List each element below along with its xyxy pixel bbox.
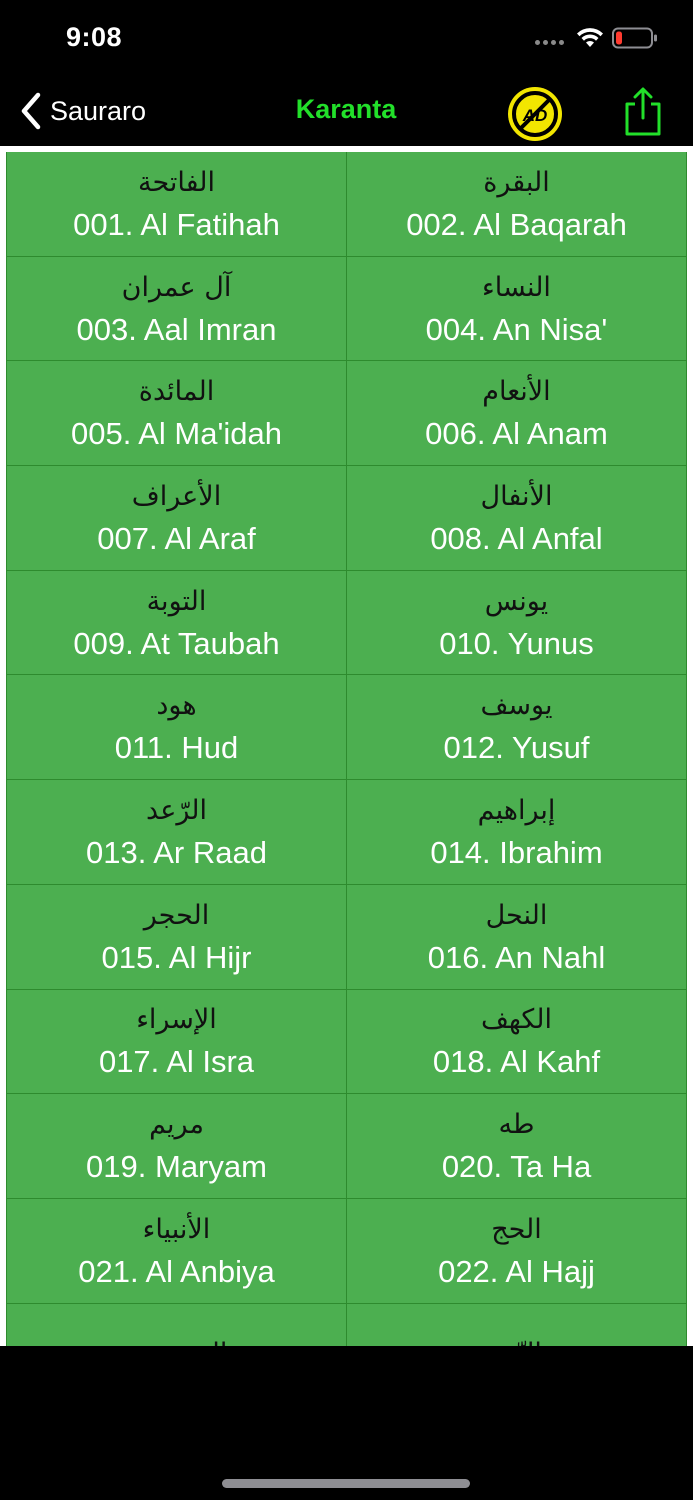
surah-arabic-name: الكهف bbox=[480, 1004, 553, 1036]
home-indicator[interactable] bbox=[222, 1479, 470, 1488]
surah-row: الرّعد 013. Ar Raad إبراهيم 014. Ibrahim bbox=[7, 780, 687, 885]
status-time: 9:08 bbox=[66, 22, 123, 52]
surah-row: المائدة 005. Al Ma'idah الأنعام 006. Al Ana… bbox=[7, 361, 687, 467]
surah-row: الإسراء 017. Al Isra الكهف 018. Al Kahf bbox=[7, 989, 687, 1095]
surah-latin-name: 008. Al Anfal bbox=[430, 520, 603, 556]
surah-arabic-name: المؤمنون bbox=[126, 1334, 228, 1346]
surah-cell[interactable]: المائدة 005. Al Ma'idah bbox=[7, 361, 347, 466]
surah-arabic-name: طه bbox=[498, 1109, 535, 1141]
surah-arabic-name: آل عمران bbox=[121, 271, 232, 303]
surah-latin-name: 003. Aal Imran bbox=[76, 311, 277, 347]
surah-row: المؤمنون النّور bbox=[7, 1303, 687, 1346]
surah-cell[interactable]: طه 020. Ta Ha bbox=[347, 1094, 687, 1198]
chevron-left-icon bbox=[21, 92, 41, 130]
surah-latin-name: 019. Maryam bbox=[86, 1149, 267, 1185]
surah-arabic-name: يونس bbox=[484, 585, 549, 617]
surah-row: التوبة 009. At Taubah يونس 010. Yunus bbox=[7, 570, 687, 676]
surah-latin-name: 021. Al Anbiya bbox=[78, 1253, 275, 1289]
surah-latin-name: 016. An Nahl bbox=[427, 939, 606, 975]
surah-latin-name: 005. Al Ma'idah bbox=[70, 416, 282, 452]
bottom-area bbox=[0, 1346, 693, 1500]
surah-latin-name: 022. Al Hajj bbox=[438, 1253, 595, 1289]
surah-arabic-name: الأنبياء bbox=[142, 1213, 211, 1245]
surah-arabic-name: الحجر bbox=[143, 899, 210, 931]
surah-arabic-name: الأنفال bbox=[480, 480, 553, 512]
surah-latin-name: 004. An Nisa' bbox=[425, 311, 608, 347]
surah-cell[interactable]: آل عمران 003. Aal Imran bbox=[7, 256, 347, 361]
surah-row: الفاتحة 001. Al Fatihah البقرة 002. Al Baqa… bbox=[7, 152, 687, 257]
surah-arabic-name: الإسراء bbox=[136, 1004, 217, 1036]
surah-cell[interactable]: الرّعد 013. Ar Raad bbox=[7, 780, 347, 884]
surah-cell[interactable]: التوبة 009. At Taubah bbox=[7, 570, 347, 675]
surah-cell[interactable]: هود 011. Hud bbox=[7, 675, 347, 780]
surah-arabic-name: الأعراف bbox=[131, 480, 222, 512]
surah-arabic-name: الفاتحة bbox=[137, 166, 216, 198]
surah-cell[interactable]: الإسراء 017. Al Isra bbox=[7, 989, 347, 1094]
surah-cell[interactable]: يونس 010. Yunus bbox=[347, 570, 687, 675]
surah-latin-name: 010. Yunus bbox=[439, 625, 594, 661]
surah-cell[interactable]: الأنعام 006. Al Anam bbox=[347, 361, 687, 466]
remove-ads-label: AD bbox=[522, 106, 548, 125]
back-button[interactable]: Sauraro bbox=[18, 90, 146, 132]
surah-grid-inner: الفاتحة 001. Al Fatihah البقرة 002. Al Baqa… bbox=[6, 152, 687, 1346]
surah-arabic-name: التوبة bbox=[146, 585, 207, 617]
status-bar: 9:08 bbox=[0, 0, 693, 80]
surah-row: الأعراف 007. Al Araf الأنفال 008. Al Anfal bbox=[7, 466, 687, 571]
surah-row: مريم 019. Maryam طه 020. Ta Ha bbox=[7, 1094, 687, 1199]
surah-cell[interactable]: إبراهيم 014. Ibrahim bbox=[347, 780, 687, 884]
surah-arabic-name: النّور bbox=[491, 1334, 542, 1346]
surah-arabic-name: يوسف bbox=[480, 690, 553, 722]
surah-latin-name: 017. Al Isra bbox=[98, 1044, 255, 1080]
surah-latin-name: 013. Ar Raad bbox=[86, 834, 267, 870]
surah-latin-name: 001. Al Fatihah bbox=[73, 206, 280, 242]
surah-cell[interactable]: الكهف 018. Al Kahf bbox=[347, 989, 687, 1094]
surah-latin-name: 015. Al Hijr bbox=[101, 939, 252, 975]
surah-arabic-name: مريم bbox=[149, 1109, 204, 1141]
surah-latin-name: 014. Ibrahim bbox=[430, 834, 603, 870]
cellular-signal-icon bbox=[535, 40, 564, 45]
surah-arabic-name: إبراهيم bbox=[477, 794, 556, 826]
surah-cell[interactable]: النساء 004. An Nisa' bbox=[347, 256, 687, 361]
surah-arabic-name: النحل bbox=[485, 899, 548, 931]
surah-cell[interactable]: الحج 022. Al Hajj bbox=[347, 1198, 687, 1303]
surah-cell[interactable]: مريم 019. Maryam bbox=[7, 1094, 347, 1198]
surah-arabic-name: الرّعد bbox=[146, 794, 207, 826]
surah-arabic-name: المائدة bbox=[138, 376, 215, 408]
surah-latin-name: 002. Al Baqarah bbox=[406, 206, 627, 242]
share-icon[interactable] bbox=[622, 86, 664, 138]
remove-ads-button[interactable]: AD bbox=[502, 84, 568, 144]
surah-latin-name: 012. Yusuf bbox=[443, 730, 590, 766]
navigation-bar: Sauraro Karanta AD bbox=[0, 80, 693, 146]
surah-row: هود 011. Hud يوسف 012. Yusuf bbox=[7, 675, 687, 781]
surah-cell[interactable]: الحجر 015. Al Hijr bbox=[7, 884, 347, 989]
surah-cell[interactable]: البقرة 002. Al Baqarah bbox=[347, 152, 687, 256]
surah-row: الحجر 015. Al Hijr النحل 016. An Nahl bbox=[7, 884, 687, 990]
surah-cell[interactable]: الفاتحة 001. Al Fatihah bbox=[7, 152, 347, 256]
surah-cell[interactable]: النّور bbox=[347, 1303, 687, 1346]
wifi-icon bbox=[577, 28, 603, 47]
page-title: Karanta bbox=[295, 94, 397, 124]
battery-icon bbox=[612, 27, 657, 49]
surah-arabic-name: هود bbox=[156, 690, 197, 722]
surah-arabic-name: الأنعام bbox=[482, 376, 551, 408]
surah-latin-name: 018. Al Kahf bbox=[432, 1044, 601, 1080]
surah-arabic-name: البقرة bbox=[483, 166, 550, 198]
surah-cell[interactable]: الأنبياء 021. Al Anbiya bbox=[7, 1198, 347, 1303]
surah-cell[interactable]: الأنفال 008. Al Anfal bbox=[347, 466, 687, 570]
surah-cell[interactable]: يوسف 012. Yusuf bbox=[347, 675, 687, 780]
surah-cell[interactable]: المؤمنون bbox=[7, 1303, 347, 1346]
surah-latin-name: 009. At Taubah bbox=[73, 625, 280, 661]
surah-row: الأنبياء 021. Al Anbiya الحج 022. Al Hajj bbox=[7, 1198, 687, 1304]
surah-cell[interactable]: الأعراف 007. Al Araf bbox=[7, 466, 347, 570]
surah-latin-name: 006. Al Anam bbox=[425, 416, 608, 452]
surah-latin-name: 020. Ta Ha bbox=[441, 1149, 592, 1185]
surah-latin-name: 007. Al Araf bbox=[97, 520, 256, 556]
surah-latin-name: 011. Hud bbox=[114, 730, 239, 766]
surah-cell[interactable]: النحل 016. An Nahl bbox=[347, 884, 687, 989]
surah-row: آل عمران 003. Aal Imran النساء 004. An Nisa… bbox=[7, 256, 687, 362]
surah-arabic-name: الحج bbox=[491, 1213, 542, 1245]
surah-arabic-name: النساء bbox=[482, 271, 551, 303]
back-button-label: Sauraro bbox=[50, 95, 147, 126]
surah-grid[interactable]: الفاتحة 001. Al Fatihah البقرة 002. Al Baqa… bbox=[0, 150, 693, 1346]
